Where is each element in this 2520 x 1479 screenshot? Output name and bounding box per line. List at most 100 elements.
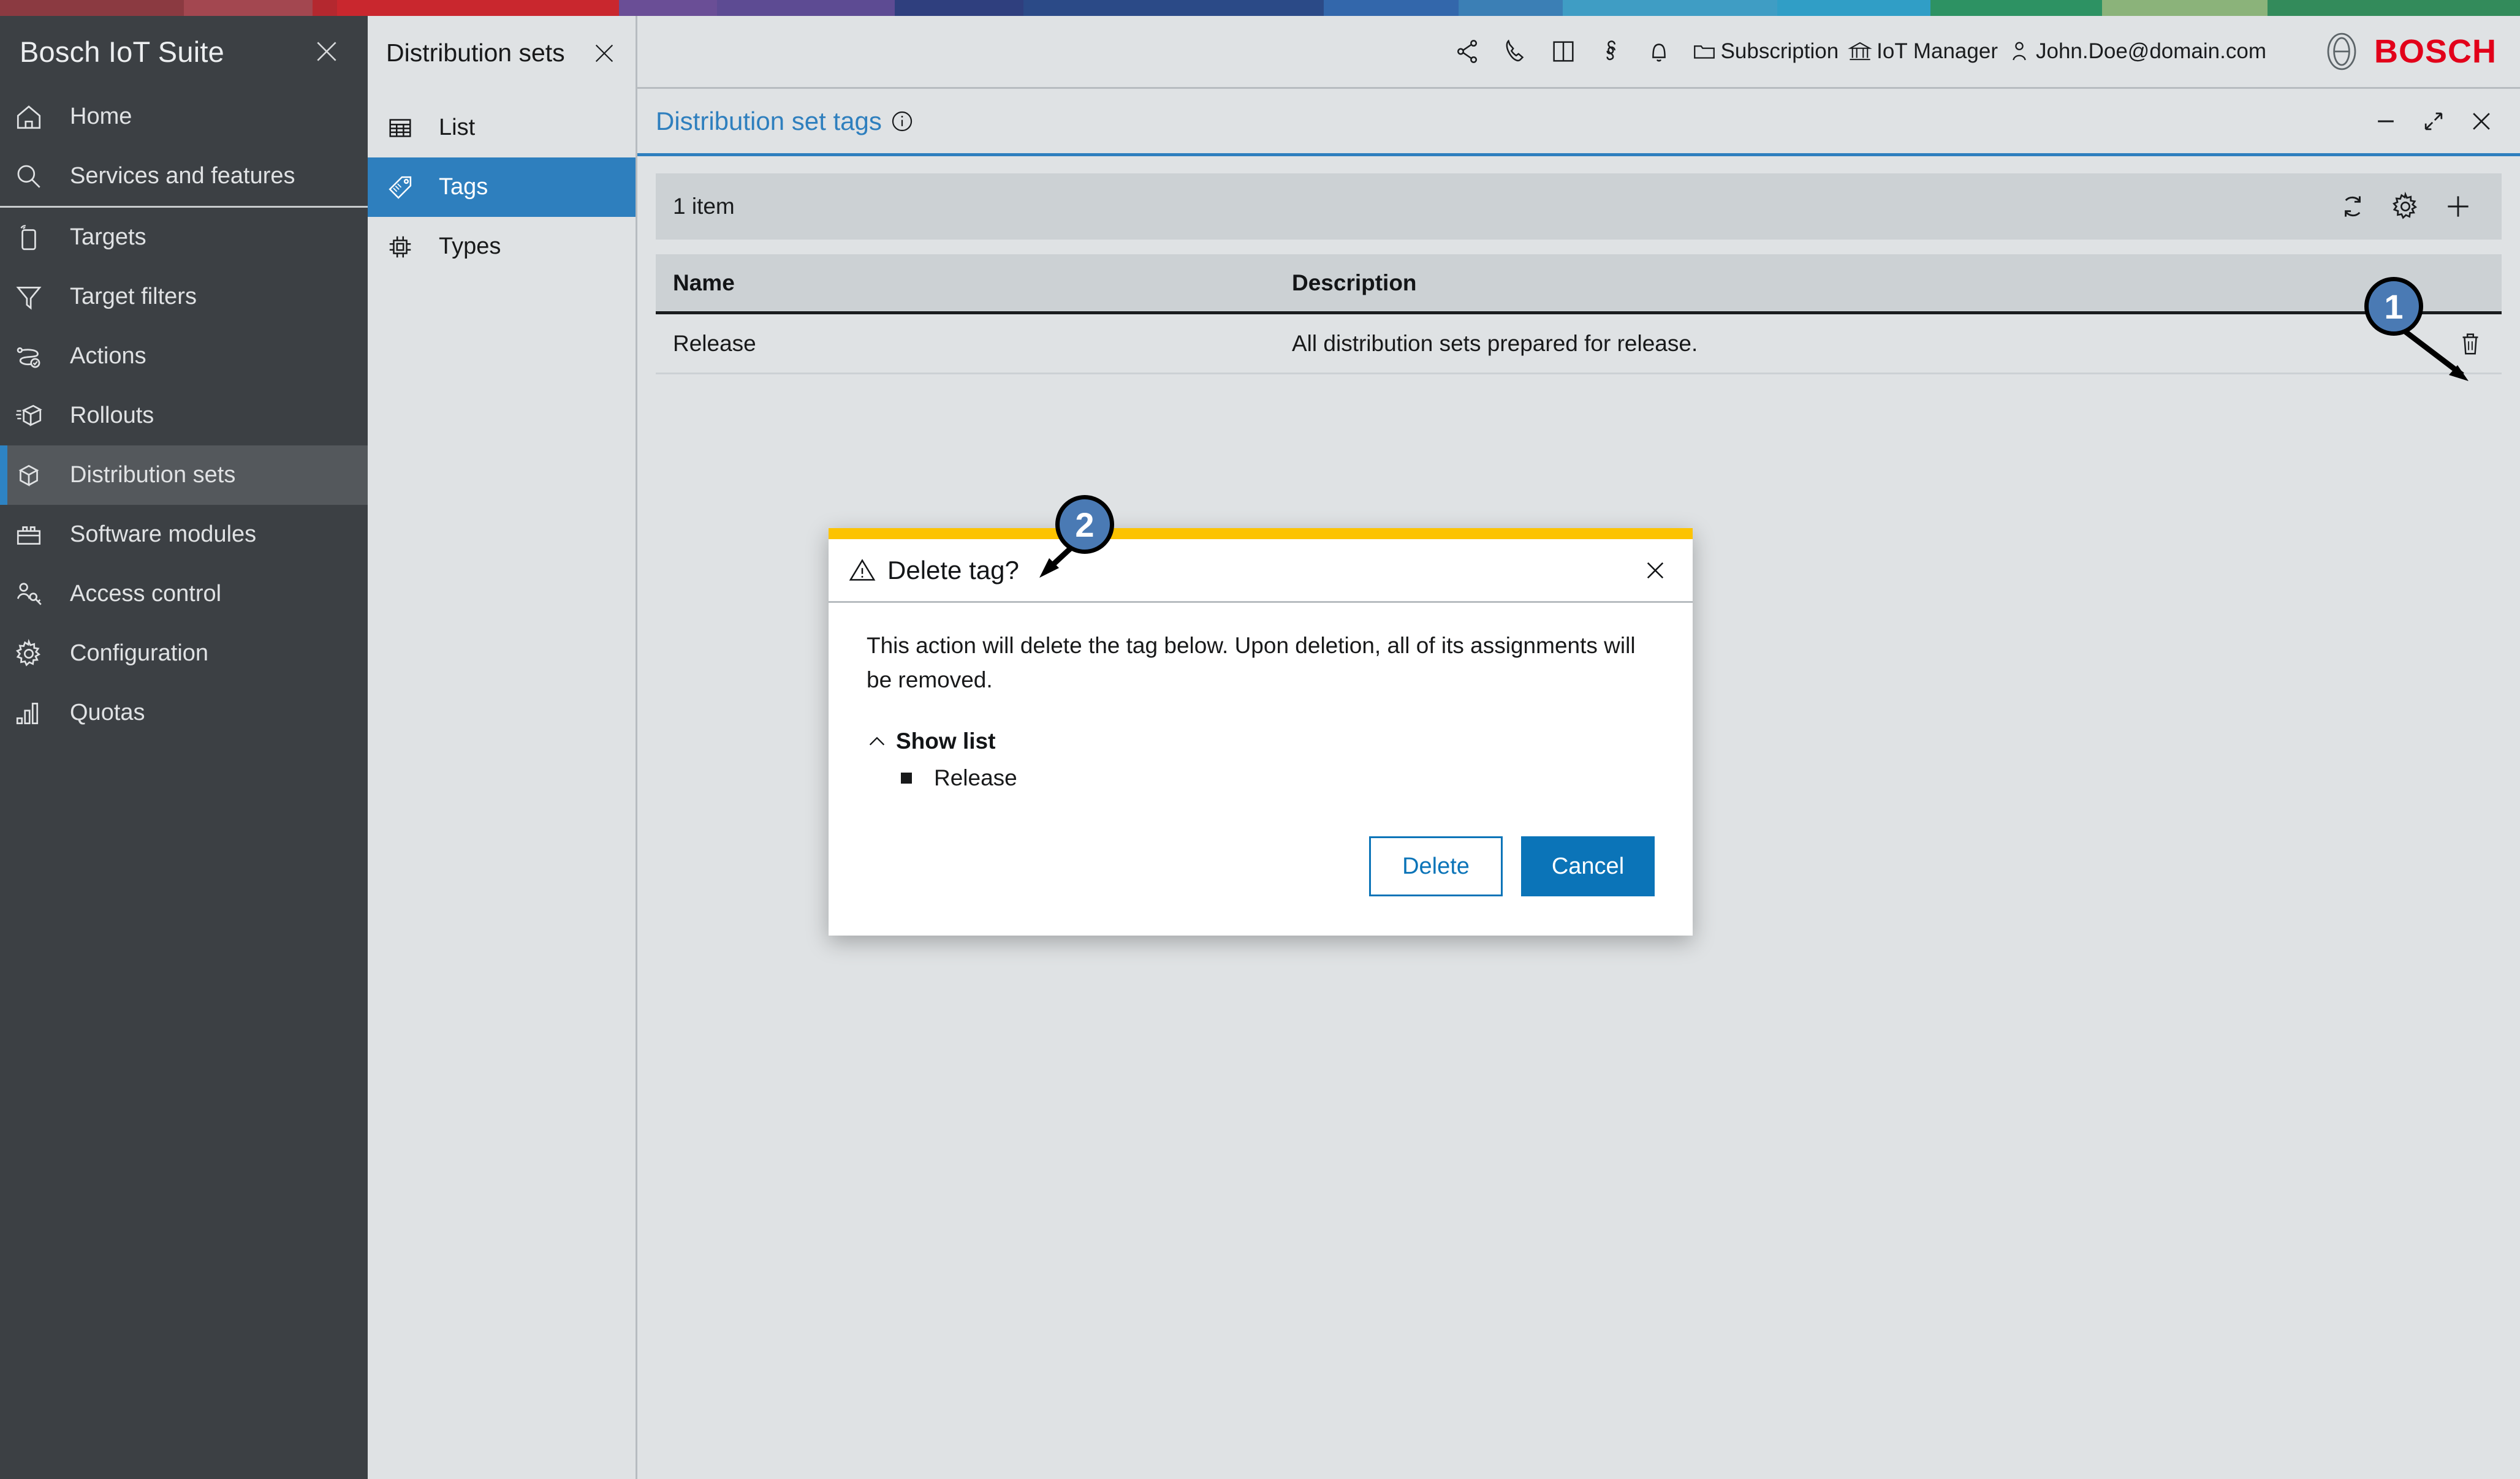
page-title: Distribution set tags [656, 107, 914, 136]
dialog-close-button[interactable] [1636, 551, 1674, 589]
share-icon[interactable] [1444, 28, 1492, 75]
box-icon [13, 460, 58, 491]
tag-icon [386, 173, 414, 202]
subscription-link[interactable]: Subscription [1691, 39, 1839, 64]
panel-title: Distribution sets [386, 39, 589, 67]
actions-icon [13, 341, 44, 372]
add-button[interactable] [2432, 180, 2484, 233]
affected-items-list: Release [867, 765, 1655, 791]
panel-header: Distribution sets [368, 16, 636, 69]
table-header-row: Name Description [656, 254, 2502, 314]
annotation-marker-1: 1 [2364, 277, 2423, 336]
toolbar-actions [2326, 180, 2484, 233]
refresh-button[interactable] [2326, 180, 2379, 233]
dialog-title: Delete tag? [887, 556, 1019, 585]
strip-segment-5 [717, 0, 895, 16]
main-sidebar: Bosch IoT Suite HomeServices and feature… [0, 16, 368, 1479]
panel-item-label: List [425, 115, 475, 141]
show-list-label: Show list [896, 728, 995, 754]
home-icon [13, 102, 58, 132]
gear-icon [13, 638, 44, 669]
dialog-body: This action will delete the tag below. U… [829, 603, 1693, 791]
show-list-toggle[interactable]: Show list [867, 728, 1655, 754]
panel-item-tags[interactable]: Tags [368, 157, 636, 217]
sidebar-item-services-and-features[interactable]: Services and features [0, 146, 368, 206]
minimize-button[interactable] [2362, 97, 2410, 145]
cell-description: All distribution sets prepared for relea… [1292, 331, 2435, 357]
sidebar-item-label: Rollouts [58, 403, 154, 429]
sidebar-item-access-control[interactable]: Access control [0, 564, 368, 624]
warning-icon [848, 556, 876, 584]
sidebar-item-home[interactable]: Home [0, 87, 368, 146]
delete-button[interactable]: Delete [1369, 836, 1503, 896]
book-icon[interactable] [1539, 28, 1587, 75]
sidebar-item-label: Targets [58, 224, 146, 251]
bars-icon [13, 698, 44, 728]
sidebar-item-configuration[interactable]: Configuration [0, 624, 368, 683]
panel-close-button[interactable] [589, 38, 620, 69]
table-row[interactable]: ReleaseAll distribution sets prepared fo… [656, 314, 2502, 374]
device-icon [13, 222, 58, 253]
cancel-button[interactable]: Cancel [1521, 836, 1655, 896]
chevron-up-icon [867, 731, 887, 752]
close-icon [2468, 108, 2495, 135]
phone-icon[interactable] [1492, 28, 1539, 75]
close-window-button[interactable] [2457, 97, 2505, 145]
panel-item-label: Types [425, 233, 501, 260]
column-header-name: Name [673, 270, 1292, 296]
sidebar-item-quotas[interactable]: Quotas [0, 683, 368, 743]
sidebar-item-software-modules[interactable]: Software modules [0, 505, 368, 564]
settings-button[interactable] [2379, 180, 2432, 233]
sidebar-item-actions[interactable]: Actions [0, 327, 368, 386]
info-icon[interactable] [890, 110, 914, 133]
strip-segment-8 [1324, 0, 1459, 16]
table-icon [386, 114, 425, 142]
gear-icon [13, 638, 58, 669]
search-icon [13, 161, 44, 192]
panel-nav: List Tags Types [368, 98, 636, 276]
dialog-accent-bar [829, 528, 1693, 539]
content-title-bar: Distribution set tags [637, 87, 2520, 153]
sidebar-item-rollouts[interactable]: Rollouts [0, 386, 368, 445]
add-icon [2443, 191, 2473, 222]
search-icon [13, 161, 58, 192]
bullet-icon [901, 773, 912, 784]
dialog-header: Delete tag? [829, 539, 1693, 603]
chip-icon [386, 233, 414, 261]
close-icon [592, 41, 617, 66]
box-icon [13, 460, 44, 491]
column-header-description: Description [1292, 270, 2435, 296]
panel-item-label: Tags [425, 174, 488, 200]
bank-icon [1847, 39, 1873, 64]
sidebar-title: Bosch IoT Suite [20, 35, 310, 69]
chip-icon [386, 233, 425, 261]
user-account-link[interactable]: John.Doe@domain.com [2006, 39, 2266, 64]
strip-segment-2 [313, 0, 337, 16]
access-icon [13, 579, 44, 610]
close-icon [1642, 558, 1668, 583]
section-icon[interactable] [1587, 28, 1635, 75]
item-count-label: 1 item [673, 194, 735, 219]
page-title-text: Distribution set tags [656, 107, 882, 136]
sidebar-item-target-filters[interactable]: Target filters [0, 267, 368, 327]
sidebar-item-label: Actions [58, 343, 146, 369]
table-toolbar: 1 item [656, 173, 2502, 240]
sidebar-item-label: Access control [58, 581, 221, 607]
sidebar-close-button[interactable] [310, 35, 343, 68]
bell-icon[interactable] [1635, 28, 1683, 75]
panel-item-list[interactable]: List [368, 98, 636, 157]
sidebar-item-targets[interactable]: Targets [0, 208, 368, 267]
filter-icon [13, 282, 58, 312]
strip-segment-13 [2102, 0, 2268, 16]
folder-icon [1691, 39, 1717, 64]
strip-segment-7 [1023, 0, 1324, 16]
iot-manager-link[interactable]: IoT Manager [1847, 39, 1998, 64]
strip-segment-0 [0, 0, 184, 16]
sidebar-nav: HomeServices and features Targets Target f… [0, 87, 368, 743]
maximize-button[interactable] [2410, 97, 2457, 145]
strip-segment-12 [1930, 0, 2102, 16]
delete-tag-dialog: Delete tag? This action will delete the … [829, 528, 1693, 936]
panel-item-types[interactable]: Types [368, 217, 636, 276]
sidebar-item-distribution-sets[interactable]: Distribution sets [0, 445, 368, 505]
list-item: Release [901, 765, 1655, 791]
